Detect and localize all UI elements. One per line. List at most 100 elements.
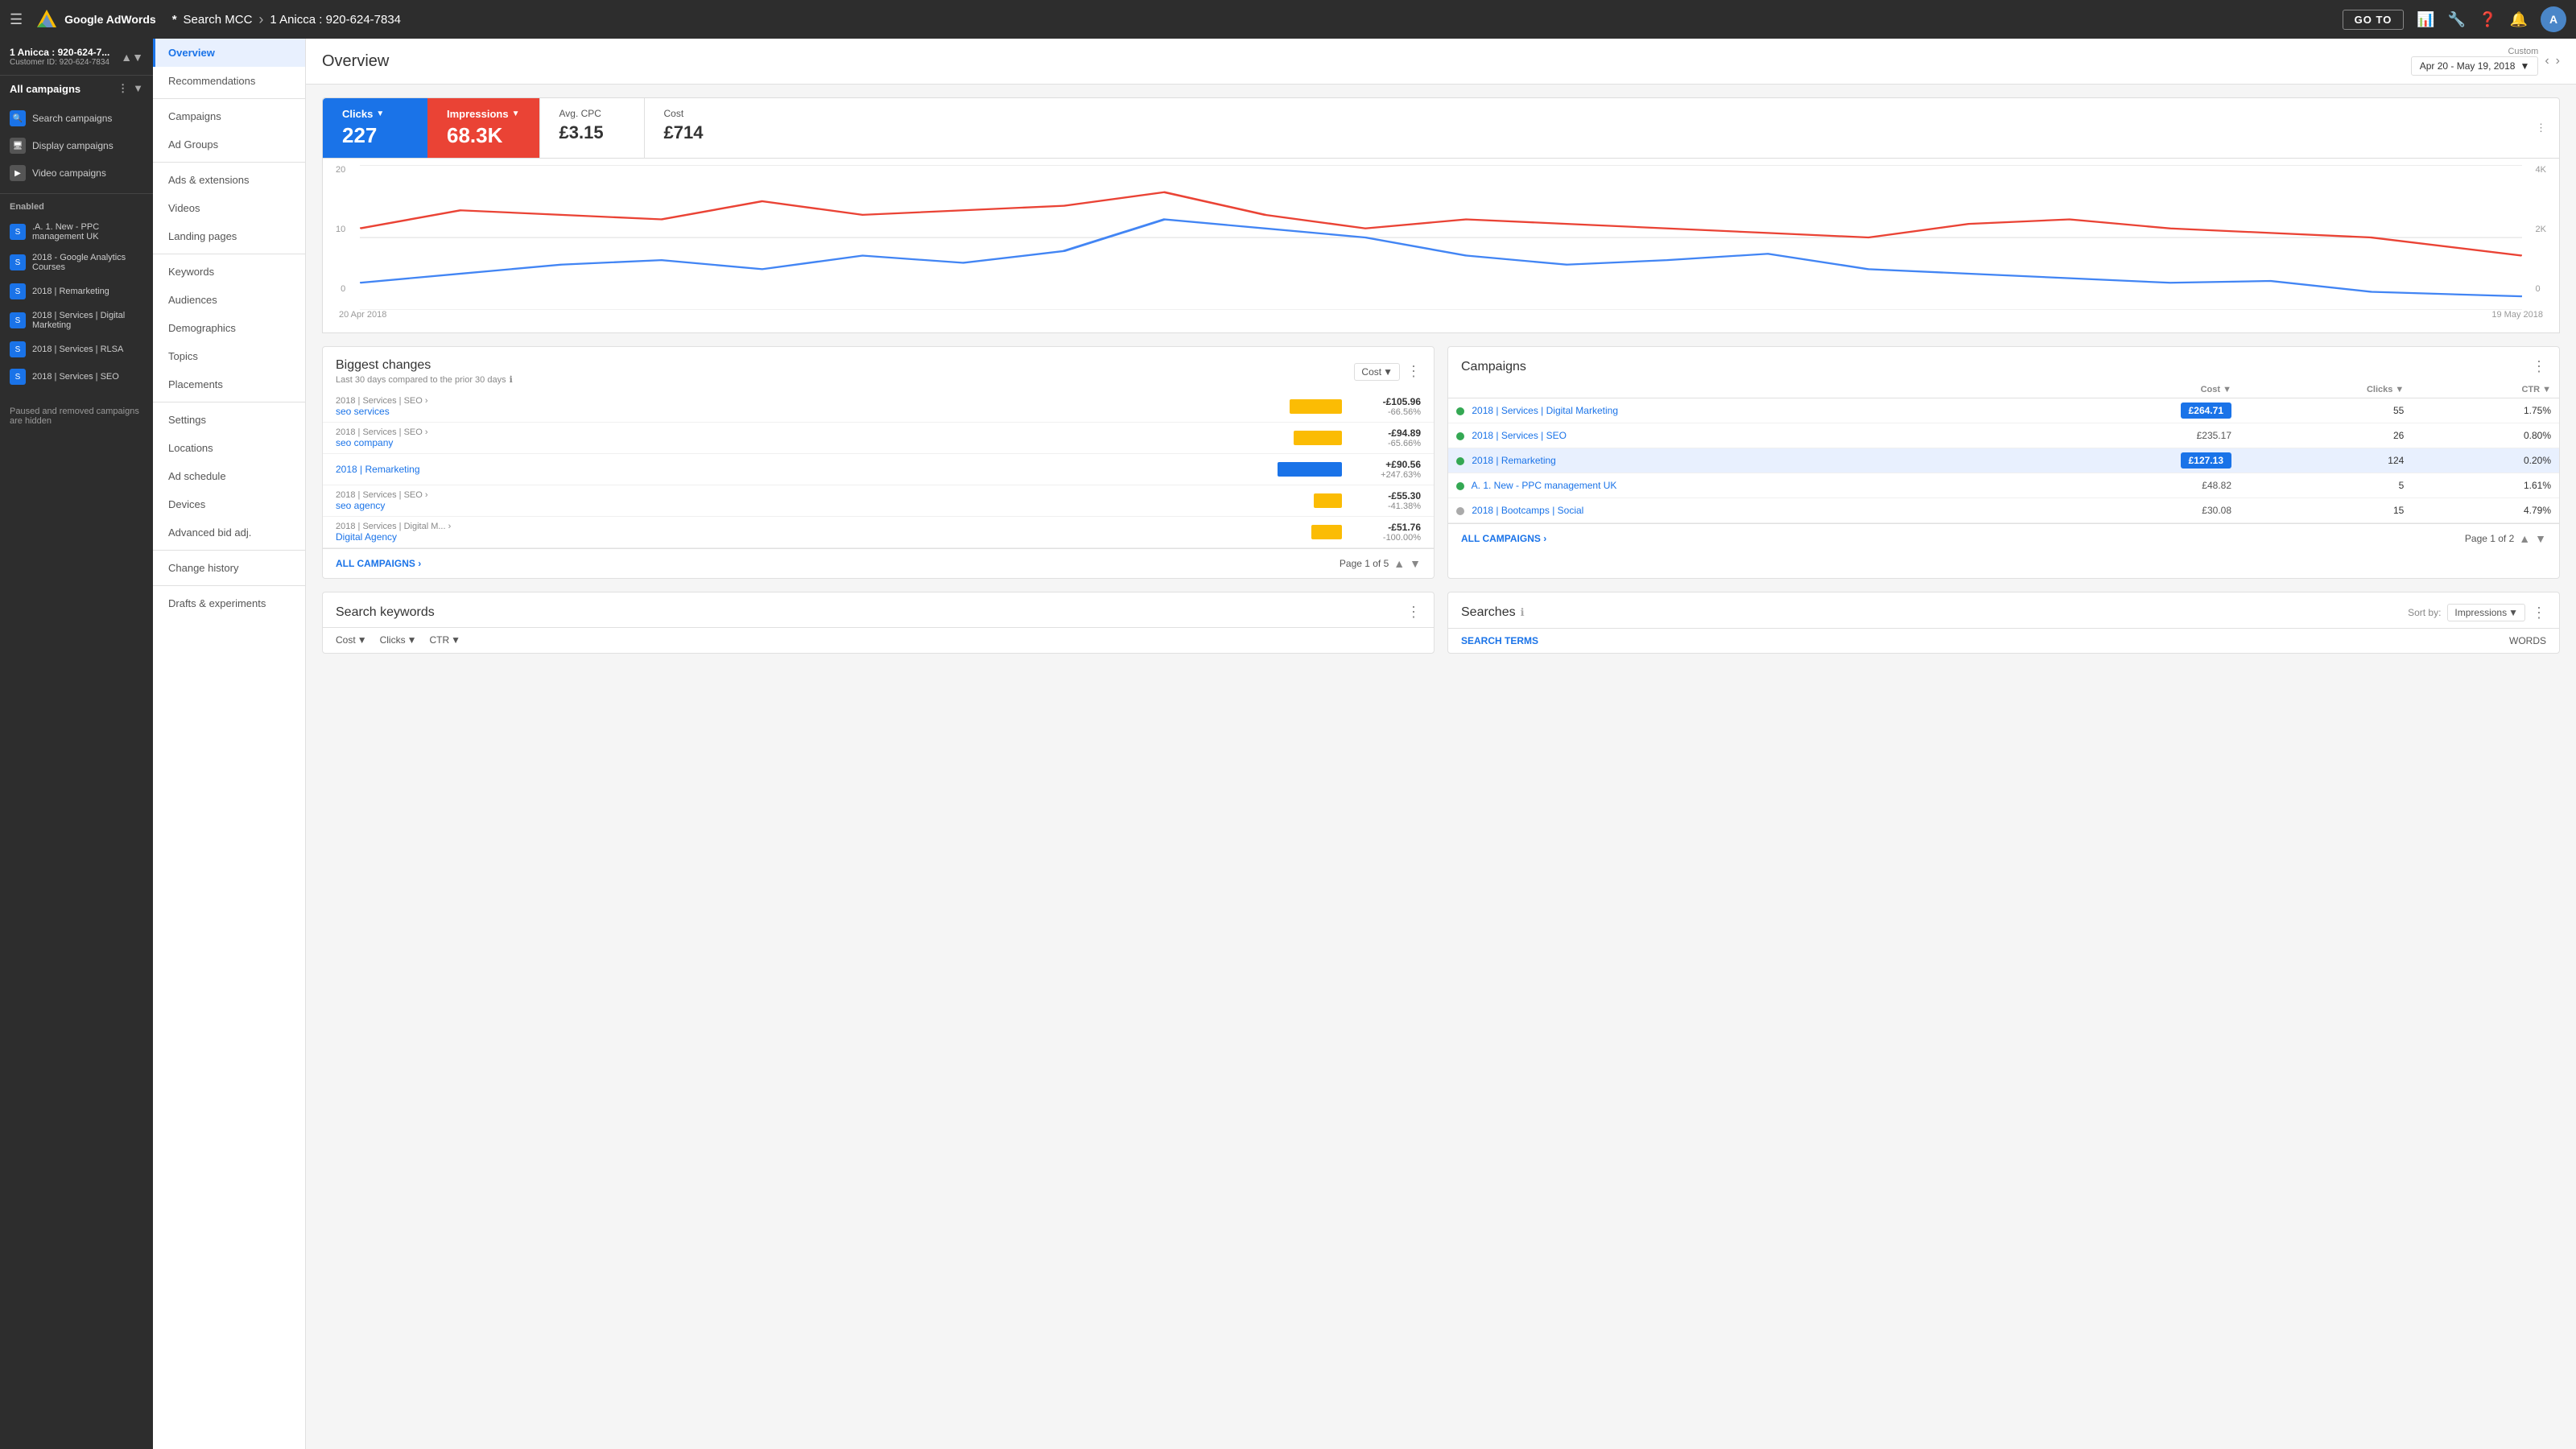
date-value[interactable]: Apr 20 - May 19, 2018 ▼ [2411,56,2539,76]
searches-col-terms[interactable]: SEARCH TERMS [1461,635,1538,646]
digital-marketing-label: 2018 | Services | Digital Marketing [32,311,143,330]
sidebar-divider-1 [0,193,153,194]
camp-dot [1456,432,1464,440]
nav-keywords[interactable]: Keywords [153,258,305,286]
nav-topics[interactable]: Topics [153,342,305,370]
change-bar-wrap [1261,493,1342,508]
sidebar-item-display-campaigns[interactable]: 🖥 Display campaigns [0,132,153,159]
nav-ad-schedule[interactable]: Ad schedule [153,462,305,490]
campaigns-col-clicks[interactable]: Clicks ▼ [2240,382,2412,398]
nav-ad-groups[interactable]: Ad Groups [153,130,305,159]
searches-controls: Sort by: Impressions ▼ ⋮ [2408,604,2546,621]
page-down-campaigns[interactable]: ▼ [2535,532,2546,545]
table-row: 2018 | Services | Digital Marketing £264… [1448,398,2559,423]
nav-placements[interactable]: Placements [153,370,305,398]
goto-button[interactable]: GO TO [2343,10,2405,30]
account-selector[interactable]: 1 Anicca : 920-624-7... Customer ID: 920… [0,39,153,76]
stat-card-more[interactable]: ⋮ [2536,98,2559,158]
stat-clicks[interactable]: Clicks ▼ 227 [323,98,427,158]
camp-link[interactable]: 2018 | Bootcamps | Social [1472,505,1583,516]
all-campaigns-link-changes[interactable]: ALL CAMPAIGNS › [336,558,421,569]
date-next-icon[interactable]: › [2556,54,2560,68]
stat-impressions[interactable]: Impressions ▼ 68.3K [427,98,539,158]
nav-landing-pages[interactable]: Landing pages [153,222,305,250]
searches-more[interactable]: ⋮ [2532,605,2546,621]
nav-campaigns[interactable]: Campaigns [153,102,305,130]
nav-ads-extensions[interactable]: Ads & extensions [153,166,305,194]
change-bar [1314,493,1342,508]
page-down-changes[interactable]: ▼ [1410,557,1421,570]
sk-ctr-label[interactable]: CTR ▼ [429,634,460,646]
camp-link[interactable]: 2018 | Services | Digital Marketing [1472,405,1618,416]
camp-link[interactable]: A. 1. New - PPC management UK [1472,480,1617,491]
nav-devices[interactable]: Devices [153,490,305,518]
camp-ctr-cell: 0.20% [2412,448,2559,473]
clicks-value: 227 [342,123,408,148]
search-keywords-panel: Search keywords ⋮ Cost ▼ Clicks ▼ CTR ▼ [322,592,1435,654]
expand-icon[interactable]: ▼ [133,82,143,95]
biggest-changes-more[interactable]: ⋮ [1406,363,1421,380]
camp-cost-cell: £127.13 [2023,448,2240,473]
breadcrumb-star: * [172,13,177,27]
page-up-changes[interactable]: ▲ [1393,557,1405,570]
change-row: 2018 | Services | SEO › seo agency -£55.… [323,485,1434,517]
change-row: 2018 | Remarketing +£90.56 +247.63% [323,454,1434,485]
sk-clicks-label[interactable]: Clicks ▼ [380,634,417,646]
pagination-campaigns: Page 1 of 2 ▲ ▼ [2465,532,2546,545]
sidebar-item-video-campaigns[interactable]: ▶ Video campaigns [0,159,153,187]
camp-link[interactable]: 2018 | Services | SEO [1472,430,1567,441]
camp-link[interactable]: 2018 | Remarketing [1472,455,1556,466]
biggest-changes-subtitle: Last 30 days compared to the prior 30 da… [336,374,513,385]
sidebar-item-digital-marketing[interactable]: S 2018 | Services | Digital Marketing [0,305,153,336]
cost-value: £714 [664,122,729,143]
menu-icon[interactable]: ☰ [10,11,23,28]
search-keywords-more[interactable]: ⋮ [1406,604,1421,621]
sidebar-item-remarketing[interactable]: S 2018 | Remarketing [0,278,153,305]
nav-recommendations[interactable]: Recommendations [153,67,305,95]
campaigns-col-ctr[interactable]: CTR ▼ [2412,382,2559,398]
page-info-campaigns: Page 1 of 2 [2465,533,2514,544]
campaigns-panel-more[interactable]: ⋮ [2532,358,2546,375]
all-campaigns-link-campaigns[interactable]: ALL CAMPAIGNS › [1461,533,1546,544]
app-name: Google AdWords [64,13,156,26]
nav-overview[interactable]: Overview [153,39,305,67]
searches-sort-btn[interactable]: Impressions ▼ [2447,604,2525,621]
date-prev-icon[interactable]: ‹ [2545,54,2549,68]
all-campaigns-label[interactable]: All campaigns [10,83,80,95]
nav-change-history[interactable]: Change history [153,554,305,582]
stat-avg-cpc[interactable]: Avg. CPC £3.15 [539,98,644,158]
sidebar-item-ppc[interactable]: S .A. 1. New - PPC management UK [0,217,153,247]
nav-locations[interactable]: Locations [153,434,305,462]
nav-settings[interactable]: Settings [153,406,305,434]
sidebar-item-rlsa[interactable]: S 2018 | Services | RLSA [0,336,153,363]
breadcrumb-mcc: Search MCC [184,13,253,27]
nav-videos[interactable]: Videos [153,194,305,222]
sidebar-item-analytics[interactable]: S 2018 - Google Analytics Courses [0,247,153,278]
page-up-campaigns[interactable]: ▲ [2519,532,2530,545]
sidebar-item-search-campaigns[interactable]: 🔍 Search campaigns [0,105,153,132]
sidebar-item-seo[interactable]: S 2018 | Services | SEO [0,363,153,390]
wrench-icon[interactable]: 🔧 [2448,11,2466,28]
campaigns-col-cost[interactable]: Cost ▼ [2023,382,2240,398]
notification-icon[interactable]: 🔔 [2510,11,2528,28]
change-bar-wrap [1261,462,1342,477]
chart-icon[interactable]: 📊 [2417,11,2434,28]
nav-audiences[interactable]: Audiences [153,286,305,314]
enabled-campaigns-section: S .A. 1. New - PPC management UK S 2018 … [0,213,153,394]
help-icon[interactable]: ❓ [2479,11,2496,28]
biggest-changes-sort[interactable]: Cost ▼ [1354,363,1400,381]
more-icon[interactable]: ⋮ [118,82,128,95]
chart-y-left: 20 10 0 [336,165,349,294]
cost-label: Cost [664,108,729,119]
camp-clicks-cell: 124 [2240,448,2412,473]
nav-advanced-bid[interactable]: Advanced bid adj. [153,518,305,547]
stat-cost[interactable]: Cost £714 [644,98,749,158]
clicks-label: Clicks ▼ [342,108,408,120]
logo-icon [35,8,58,31]
avatar[interactable]: A [2541,6,2566,32]
camp-cost-cell: £264.71 [2023,398,2240,423]
nav-drafts-experiments[interactable]: Drafts & experiments [153,589,305,617]
nav-demographics[interactable]: Demographics [153,314,305,342]
sk-cost-label[interactable]: Cost ▼ [336,634,367,646]
camp-clicks-cell: 26 [2240,423,2412,448]
